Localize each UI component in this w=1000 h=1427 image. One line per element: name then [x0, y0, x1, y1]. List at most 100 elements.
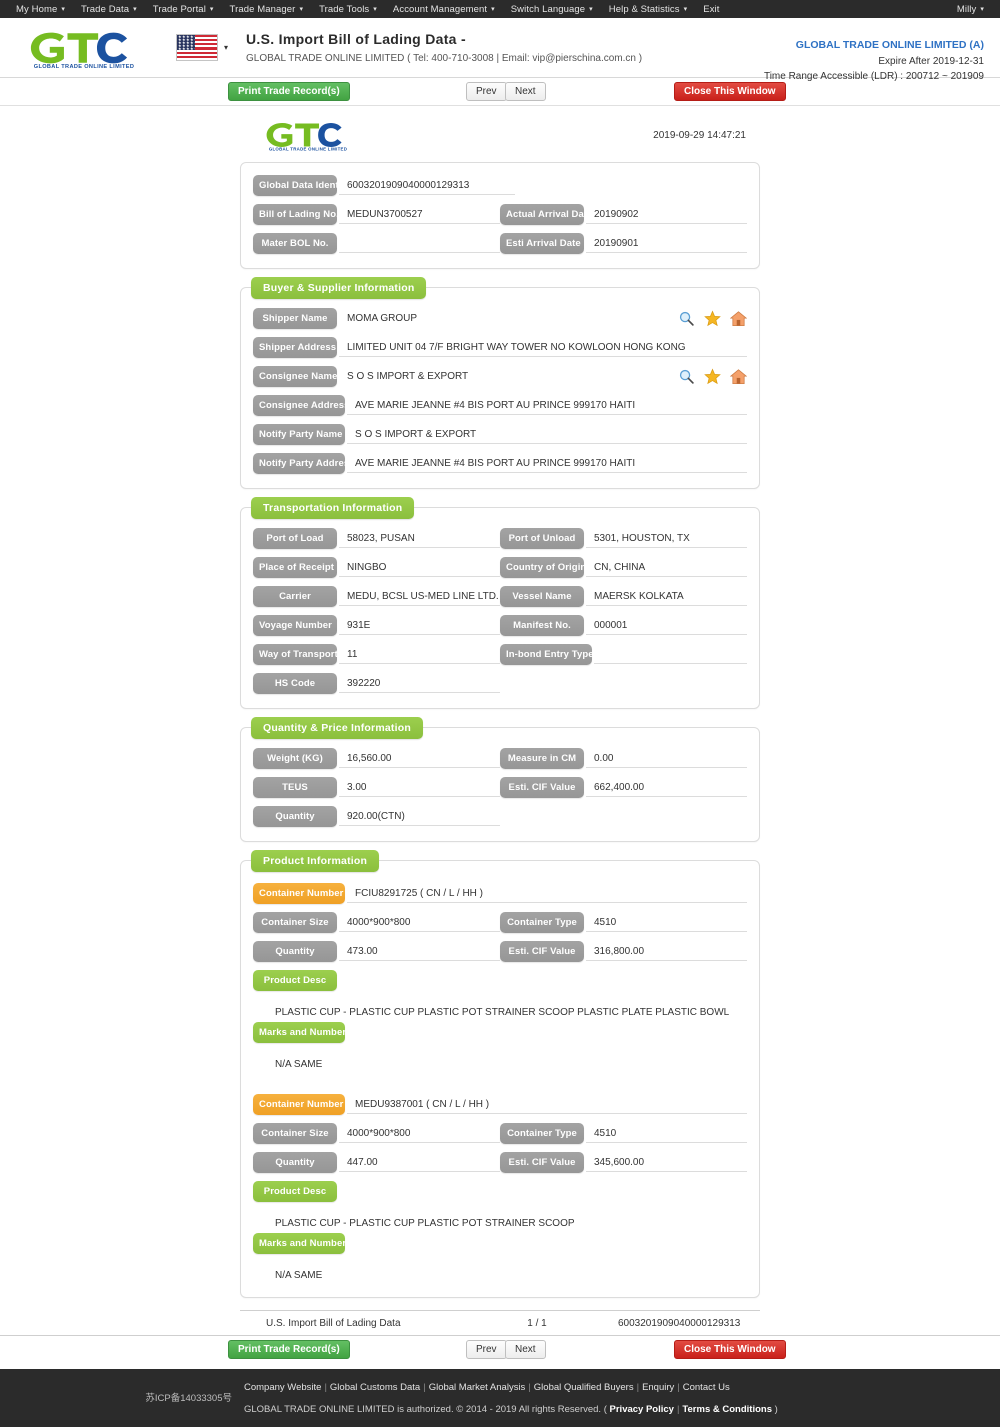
field-bill-of-lading-no: Bill of Lading No. MEDUN3700527 — [253, 204, 500, 225]
field-global-data-identity: Global Data Identity 6003201909040000129… — [253, 175, 747, 196]
value-esti-cif-value: 662,400.00 — [586, 779, 747, 797]
close-window-button-bottom[interactable]: Close This Window — [674, 1340, 786, 1359]
icp-license-number: 苏ICP备14033305号 — [145, 1393, 232, 1404]
field-container-quantity: Quantity 447.00 — [253, 1152, 500, 1173]
page-header: GLOBAL TRADE ONLINE LIMITED ★★★★ ★★★★ ★★★★… — [0, 18, 1000, 82]
next-button[interactable]: Next — [505, 82, 546, 101]
footer-link-enquiry[interactable]: Enquiry — [642, 1382, 674, 1393]
nav-item-trade-data[interactable]: Trade Data ▾ — [73, 4, 145, 15]
buyer-supplier-panel: Buyer & Supplier Information Shipper Nam… — [240, 277, 760, 489]
us-flag-icon: ★★★★★★★★★★★★★★★★★★★★★★★★★★★★ — [176, 34, 218, 61]
label-shipper-address: Shipper Address — [253, 337, 337, 358]
footer-link-contact-us[interactable]: Contact Us — [683, 1382, 730, 1393]
search-icon[interactable] — [678, 310, 695, 327]
nav-item-exit[interactable]: Exit — [695, 4, 727, 15]
nav-item-user-menu[interactable]: Milly ▾ — [949, 4, 992, 15]
next-button-bottom[interactable]: Next — [505, 1340, 546, 1359]
footer-link-global-qualified-buyers[interactable]: Global Qualified Buyers — [534, 1382, 634, 1393]
row-container-qty-cif: Quantity 447.00 Esti. CIF Value 345,600.… — [253, 1152, 747, 1173]
label-marks-numbers: Marks and Numbers — [253, 1233, 351, 1254]
footer-link-global-market-analysis[interactable]: Global Market Analysis — [429, 1382, 526, 1393]
label-container-number: Container Number — [253, 883, 345, 904]
document-footer-identity: 6003201909040000129313 — [618, 1318, 741, 1329]
footer-separator: | — [636, 1382, 640, 1393]
nav-item-help-statistics[interactable]: Help & Statistics ▾ — [601, 4, 696, 15]
value-port-of-load: 58023, PUSAN — [339, 530, 500, 548]
star-icon[interactable] — [704, 368, 721, 385]
value-container-quantity: 473.00 — [339, 943, 500, 961]
row-consignee-name: Consignee Name S O S IMPORT & EXPORT — [253, 366, 747, 387]
row-bill-of-lading: Bill of Lading No. MEDUN3700527 Actual A… — [253, 204, 747, 225]
close-window-button[interactable]: Close This Window — [674, 82, 786, 101]
row-marks-numbers-label: Marks and Numbers — [253, 1022, 747, 1043]
footer-separator: | — [677, 1382, 680, 1393]
nav-item-account-management[interactable]: Account Management ▾ — [385, 4, 503, 15]
section-title-buyer-supplier: Buyer & Supplier Information — [251, 277, 427, 299]
label-container-cif: Esti. CIF Value — [500, 941, 584, 962]
brand-logo[interactable]: GLOBAL TRADE ONLINE LIMITED — [14, 26, 154, 70]
chevron-down-icon: ▾ — [373, 5, 377, 13]
label-marks-numbers: Marks and Numbers — [253, 1022, 351, 1043]
row-container-size-type: Container Size 4000*900*800 Container Ty… — [253, 912, 747, 933]
field-esti-arrival-date: Esti Arrival Date 20190901 — [500, 233, 747, 254]
label-shipper-name: Shipper Name — [253, 308, 337, 329]
nav-label: Trade Manager — [229, 3, 296, 15]
value-shipper-address: LIMITED UNIT 04 7/F BRIGHT WAY TOWER NO … — [339, 339, 747, 357]
home-icon[interactable] — [730, 368, 747, 385]
row-product-desc-label: Product Desc — [253, 970, 747, 991]
footer-link-company-website[interactable]: Company Website — [244, 1382, 321, 1393]
label-consignee-address: Consignee Address — [253, 395, 349, 416]
field-quantity: Quantity 920.00(CTN) — [253, 806, 500, 827]
row-container-number: Container Number FCIU8291725 ( CN / L / … — [253, 883, 747, 904]
footer-link-privacy-policy[interactable]: Privacy Policy — [610, 1404, 674, 1415]
nav-item-switch-language[interactable]: Switch Language ▾ — [503, 4, 601, 15]
label-container-cif: Esti. CIF Value — [500, 1152, 584, 1173]
chevron-down-icon: ▾ — [491, 5, 495, 13]
nav-label: Trade Tools — [319, 3, 370, 15]
label-container-number: Container Number — [253, 1094, 345, 1115]
value-hs-code: 392220 — [339, 675, 500, 693]
label-voyage-number: Voyage Number — [253, 615, 337, 636]
label-country-of-origin: Country of Origin — [500, 557, 586, 578]
nav-item-trade-tools[interactable]: Trade Tools ▾ — [311, 4, 385, 15]
nav-item-trade-portal[interactable]: Trade Portal ▾ — [145, 4, 222, 15]
prev-button[interactable]: Prev — [466, 82, 507, 101]
chevron-down-icon: ▾ — [61, 5, 65, 13]
field-container-number: Container Number FCIU8291725 ( CN / L / … — [253, 883, 747, 904]
value-marks-numbers: N/A SAME — [275, 1270, 323, 1281]
field-notify-party-address: Notify Party Address AVE MARIE JEANNE #4… — [253, 453, 747, 474]
chevron-down-icon: ▾ — [209, 5, 214, 13]
nav-item-my-home[interactable]: My Home ▾ — [8, 4, 73, 15]
document-footer-page: 1 / 1 — [527, 1318, 547, 1329]
label-inbond-entry-type: In-bond Entry Type — [500, 644, 594, 665]
label-container-type: Container Type — [500, 912, 584, 933]
footer-separator: | — [423, 1382, 426, 1393]
row-notify-party-name: Notify Party Name S O S IMPORT & EXPORT — [253, 424, 747, 445]
label-global-data-identity: Global Data Identity — [253, 175, 350, 196]
home-icon[interactable] — [730, 310, 747, 327]
footer-link-terms-conditions[interactable]: Terms & Conditions — [682, 1404, 772, 1415]
value-bill-of-lading-no: MEDUN3700527 — [339, 206, 500, 224]
footer-separator: | — [324, 1382, 327, 1393]
section-title-quantity-price: Quantity & Price Information — [251, 717, 423, 739]
nav-label: Help & Statistics — [608, 3, 680, 15]
prev-button-bottom[interactable]: Prev — [466, 1340, 507, 1359]
value-marks-numbers: N/A SAME — [275, 1059, 323, 1070]
field-shipper-name: Shipper Name MOMA GROUP — [253, 308, 747, 329]
field-way-of-transport: Way of Transport 11 — [253, 644, 500, 665]
field-consignee-name: Consignee Name S O S IMPORT & EXPORT — [253, 366, 747, 387]
print-trade-records-button-bottom[interactable]: Print Trade Record(s) — [228, 1340, 350, 1359]
print-trade-records-button[interactable]: Print Trade Record(s) — [228, 82, 350, 101]
top-navigation-bar: My Home ▾ Trade Data ▾ Trade Portal ▾ Trade… — [0, 0, 1000, 18]
footer-link-global-customs-data[interactable]: Global Customs Data — [330, 1382, 420, 1393]
country-selector[interactable]: ★★★★★★★★★★★★★★★★★★★★★★★★★★★★ ▾ — [176, 34, 228, 61]
row-weight-measure: Weight (KG) 16,560.00 Measure in CM 0.00 — [253, 748, 747, 769]
value-place-of-receipt: NINGBO — [339, 559, 500, 577]
svg-text:GLOBAL TRADE ONLINE LIMITED: GLOBAL TRADE ONLINE LIMITED — [269, 147, 347, 152]
row-consignee-address: Consignee Address AVE MARIE JEANNE #4 BI… — [253, 395, 747, 416]
nav-item-trade-manager[interactable]: Trade Manager ▾ — [222, 4, 312, 15]
label-master-bol-no: Mater BOL No. — [253, 233, 337, 254]
label-vessel-name: Vessel Name — [500, 586, 584, 607]
star-icon[interactable] — [704, 310, 721, 327]
search-icon[interactable] — [678, 368, 695, 385]
